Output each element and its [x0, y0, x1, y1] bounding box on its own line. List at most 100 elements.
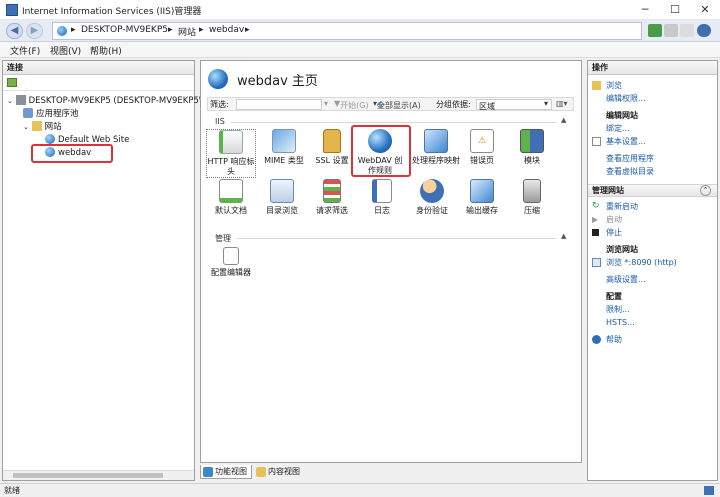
window-title: Internet Information Services (IIS)管理器	[22, 7, 202, 17]
network-icon	[704, 486, 714, 495]
feature-error-pages[interactable]: ⚠ 错误页	[457, 129, 507, 166]
filter-bar: 筛选: ▾ ▼ 开始(G) ▾ ◎ 全部显示(A) 分组依据: 区域 ▾ ▥▾	[207, 97, 574, 111]
minimize-button[interactable]: ─	[630, 0, 660, 20]
filter-input[interactable]	[236, 99, 322, 110]
action-browse-port[interactable]: 浏览 *:8090 (http)	[606, 257, 677, 268]
group-iis: IIS	[215, 117, 225, 126]
help-icon[interactable]	[697, 24, 711, 37]
tree-node-sites[interactable]: ⌄ 网站	[23, 121, 62, 134]
highlight-box	[31, 144, 113, 163]
action-limits[interactable]: 限制...	[606, 304, 630, 315]
group-management: 管理	[215, 234, 231, 243]
section-edit-site: 编辑网站	[606, 111, 638, 120]
breadcrumb-sites[interactable]: 网站	[178, 25, 196, 38]
status-text: 就绪	[4, 486, 20, 495]
collapse-caret-icon[interactable]: ▲	[561, 116, 566, 124]
tab-features-view[interactable]: 功能视图	[200, 465, 252, 479]
close-button[interactable]: ✕	[690, 0, 720, 20]
globe-icon	[208, 69, 228, 89]
browse-icon	[592, 258, 601, 267]
menu-help[interactable]: 帮助(H)	[90, 44, 122, 57]
output-caching-icon	[470, 179, 494, 203]
menu-file[interactable]: 文件(F)	[10, 44, 40, 57]
feature-default-document[interactable]: 默认文档	[206, 179, 256, 216]
modules-icon	[520, 129, 544, 153]
action-help[interactable]: 帮助	[606, 334, 622, 345]
feature-authentication[interactable]: 身份验证	[407, 179, 457, 216]
menu-view[interactable]: 视图(V)	[50, 44, 81, 57]
breadcrumb[interactable]: ▸ DESKTOP-MV9EKP5 ▸ 网站 ▸ webdav ▸	[52, 22, 642, 40]
action-bindings[interactable]: 绑定...	[606, 123, 630, 134]
action-advanced-settings[interactable]: 高级设置...	[606, 274, 646, 285]
new-connection-icon[interactable]	[7, 78, 17, 87]
show-all-button[interactable]: ▾ ◎ 全部显示(A)	[373, 99, 421, 110]
feature-configuration-editor[interactable]: 配置编辑器	[206, 247, 256, 278]
tab-content-view[interactable]: 内容视图	[254, 465, 306, 479]
tree-node-app-pools[interactable]: 应用程序池	[23, 108, 79, 121]
collapse-caret-icon[interactable]: ▲	[561, 232, 566, 240]
forward-button[interactable]: ▶	[26, 23, 43, 39]
action-stop[interactable]: 停止	[606, 227, 622, 238]
section-configure: 配置	[606, 292, 622, 301]
feature-compression[interactable]: 压缩	[507, 179, 557, 216]
action-browse[interactable]: 浏览	[606, 80, 622, 91]
collapse-section-icon[interactable]: ⌃	[700, 185, 711, 196]
breadcrumb-sep: ▸	[245, 25, 250, 35]
feature-mime-types[interactable]: MIME 类型	[259, 129, 309, 166]
action-basic-settings[interactable]: 基本设置...	[606, 136, 646, 147]
page-title: webdav 主页	[237, 74, 318, 89]
start-button[interactable]: ▼ 开始(G)	[334, 99, 369, 110]
action-view-virtual-directories[interactable]: 查看虚拟目录	[606, 166, 654, 177]
stop-icon[interactable]	[664, 24, 678, 37]
home-icon[interactable]	[680, 24, 694, 37]
globe-icon	[57, 26, 67, 36]
filter-dropdown-icon[interactable]: ▾	[324, 99, 328, 108]
tree-node-server[interactable]: ⌄ DESKTOP-MV9EKP5 (DESKTOP-MV9EKP5\	[7, 95, 202, 108]
scroll-thumb[interactable]	[13, 473, 163, 478]
group-divider	[231, 122, 556, 123]
action-hsts[interactable]: HSTS...	[606, 318, 635, 327]
connections-toolbar	[3, 75, 194, 91]
restart-icon: ↻	[592, 201, 600, 211]
breadcrumb-server[interactable]: DESKTOP-MV9EKP5	[81, 25, 168, 35]
help-icon	[592, 335, 601, 344]
section-manage-site[interactable]: 管理网站 ⌃	[588, 184, 717, 197]
address-bar: ◀ ▶ ▸ DESKTOP-MV9EKP5 ▸ 网站 ▸ webdav ▸	[0, 20, 720, 42]
stop-icon	[592, 229, 599, 236]
feature-ssl-settings[interactable]: SSL 设置	[307, 129, 357, 166]
breadcrumb-webdav[interactable]: webdav	[209, 25, 244, 35]
compression-icon	[523, 179, 541, 203]
status-bar: 就绪	[0, 483, 720, 497]
globe-icon	[45, 134, 55, 144]
error-pages-icon: ⚠	[470, 129, 494, 153]
feature-http-response-headers[interactable]: HTTP 响应标头	[206, 129, 256, 178]
maximize-button[interactable]: ☐	[660, 0, 690, 20]
feature-modules[interactable]: 模块	[507, 129, 557, 166]
feature-directory-browsing[interactable]: 目录浏览	[257, 179, 307, 216]
menu-bar: 文件(F) 视图(V) 帮助(H)	[0, 42, 720, 58]
request-filtering-icon	[323, 179, 341, 203]
feature-logging[interactable]: 日志	[357, 179, 407, 216]
feature-request-filtering[interactable]: 请求筛选	[307, 179, 357, 216]
refresh-icon[interactable]	[648, 24, 662, 37]
feature-output-caching[interactable]: 输出缓存	[457, 179, 507, 216]
action-restart[interactable]: 重新启动	[606, 201, 638, 212]
group-by-label: 分组依据:	[436, 100, 471, 109]
back-button[interactable]: ◀	[6, 23, 23, 39]
highlight-box	[351, 125, 411, 177]
content-view-icon	[256, 467, 266, 477]
feature-handler-mappings[interactable]: 处理程序映射	[411, 129, 461, 166]
action-edit-permissions[interactable]: 编辑权限...	[606, 93, 646, 104]
server-icon	[15, 95, 26, 105]
view-toggle-icon[interactable]: ▥▾	[556, 99, 568, 108]
horizontal-scrollbar[interactable]	[3, 470, 194, 480]
action-view-applications[interactable]: 查看应用程序	[606, 153, 654, 164]
view-tabs: 功能视图 内容视图	[200, 465, 582, 480]
breadcrumb-sep: ▸	[168, 25, 173, 35]
action-start[interactable]: 启动	[606, 214, 622, 225]
breadcrumb-sep: ▸	[71, 25, 76, 35]
group-by-select[interactable]: 区域	[476, 99, 552, 111]
settings-icon	[592, 137, 601, 146]
group-divider	[237, 238, 556, 239]
http-response-headers-icon	[219, 130, 243, 154]
